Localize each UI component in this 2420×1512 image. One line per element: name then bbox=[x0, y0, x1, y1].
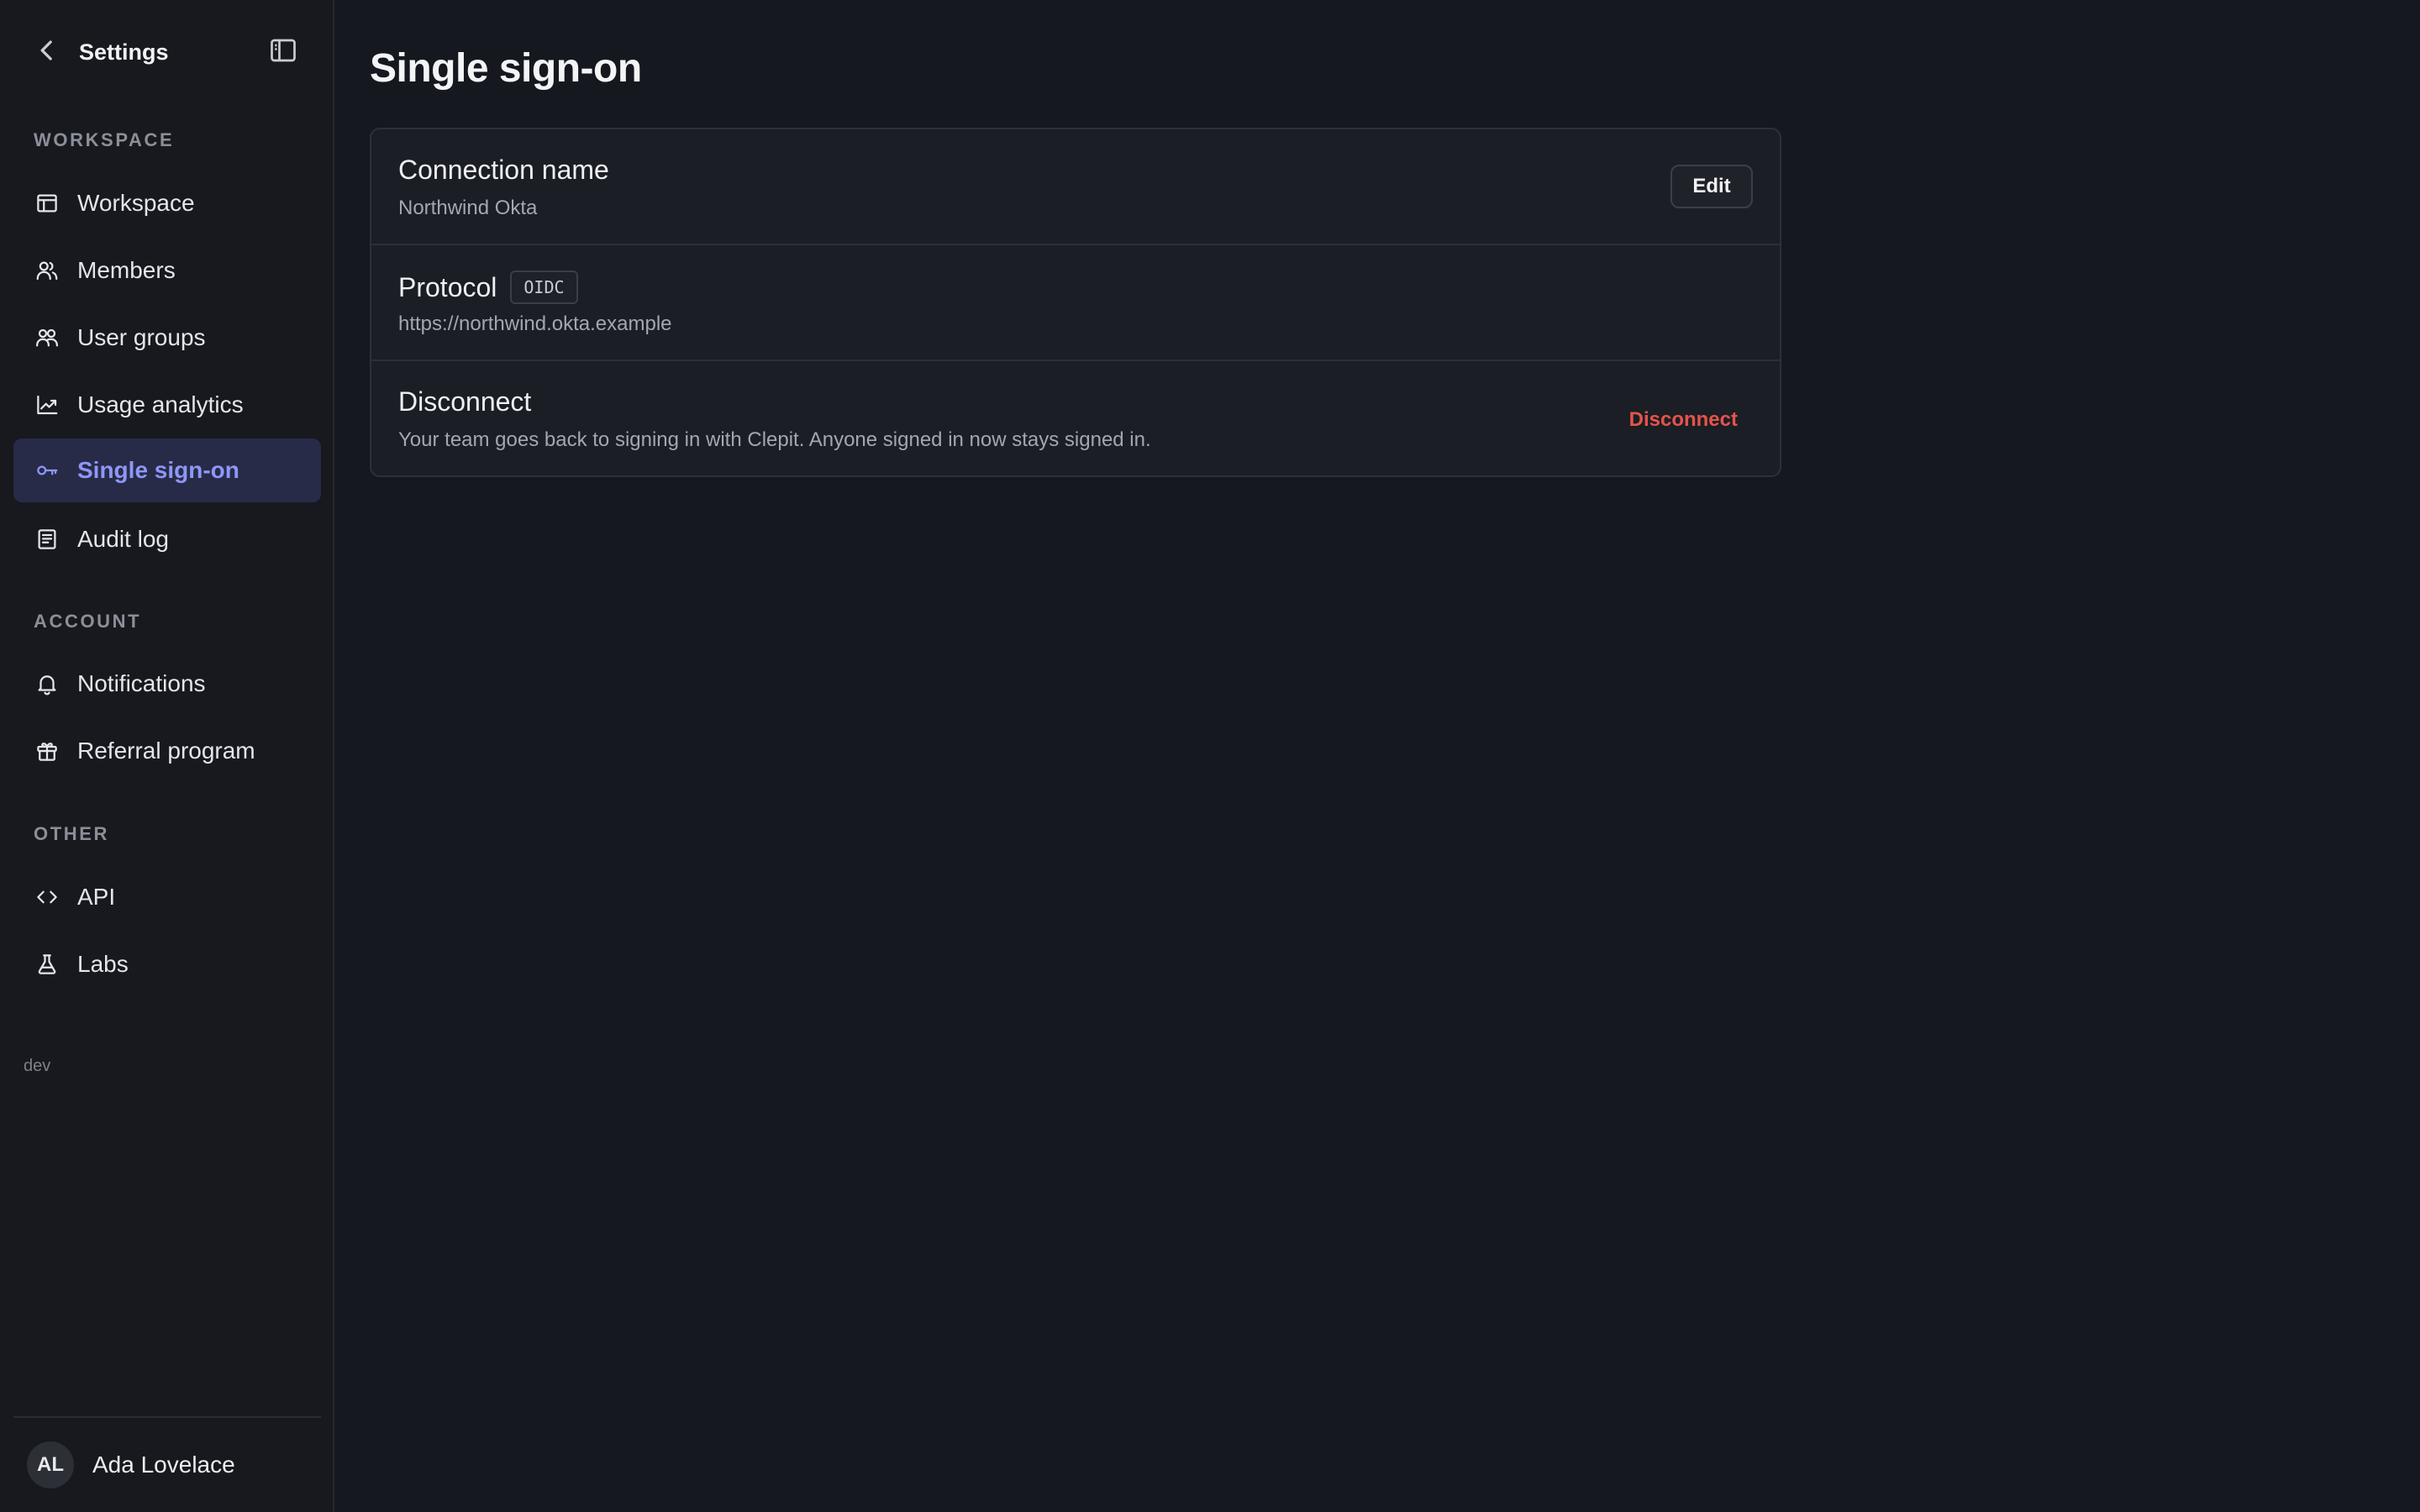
section-label-account: Account bbox=[34, 611, 142, 632]
connection-name-title: Connection name bbox=[398, 155, 609, 185]
sidebar-item-label: Notifications bbox=[77, 670, 206, 696]
back-button[interactable]: Settings bbox=[30, 34, 169, 71]
sidebar-item-label: User groups bbox=[77, 324, 206, 350]
disconnect-button[interactable]: Disconnect bbox=[1629, 402, 1738, 438]
sidebar-item-single-sign-on[interactable]: Single sign-on bbox=[13, 438, 321, 502]
bell-icon bbox=[34, 670, 60, 697]
sidebar-item-usage-analytics[interactable]: Usage analytics bbox=[13, 373, 321, 437]
connection-name-row: Connection name Northwind Okta Edit bbox=[371, 129, 1780, 245]
sidebar-item-audit-log[interactable]: Audit log bbox=[13, 507, 321, 571]
protocol-url: https://northwind.okta.example bbox=[398, 312, 672, 335]
trend-icon bbox=[34, 391, 60, 418]
sidebar-toggle-icon bbox=[268, 35, 298, 70]
sidebar-item-notifications[interactable]: Notifications bbox=[13, 652, 321, 716]
sidebar-item-api[interactable]: API bbox=[13, 865, 321, 929]
document-icon bbox=[34, 526, 60, 553]
environment-label: dev bbox=[24, 1057, 51, 1075]
user-groups-icon bbox=[34, 324, 60, 351]
sidebar-header: Settings bbox=[0, 0, 333, 104]
sidebar-item-members[interactable]: Members bbox=[13, 239, 321, 302]
sidebar-item-label: Workspace bbox=[77, 190, 195, 216]
sidebar: Settings Workspace Workspace Members bbox=[0, 0, 334, 1512]
connection-name-value: Northwind Okta bbox=[398, 197, 538, 219]
sidebar-item-user-groups[interactable]: User groups bbox=[13, 306, 321, 370]
users-icon bbox=[34, 257, 60, 284]
page-title: Single sign-on bbox=[370, 46, 642, 91]
disconnect-title: Disconnect bbox=[398, 386, 532, 417]
code-icon bbox=[34, 884, 60, 911]
sidebar-item-label: Audit log bbox=[77, 526, 169, 552]
user-menu[interactable]: AL Ada Lovelace bbox=[13, 1440, 235, 1490]
protocol-row: Protocol OIDC https://northwind.okta.exa… bbox=[371, 245, 1780, 361]
user-name: Ada Lovelace bbox=[92, 1452, 235, 1478]
sidebar-item-label: Single sign-on bbox=[77, 457, 239, 483]
protocol-title: Protocol bbox=[398, 271, 497, 302]
sidebar-item-label: Members bbox=[77, 257, 176, 283]
sidebar-item-label: Usage analytics bbox=[77, 391, 244, 417]
section-label-other: Other bbox=[34, 823, 109, 844]
key-icon bbox=[34, 457, 60, 484]
collapse-sidebar-button[interactable] bbox=[264, 35, 302, 69]
disconnect-description: Your team goes back to signing in with C… bbox=[398, 428, 1151, 451]
disconnect-row: Disconnect Your team goes back to signin… bbox=[371, 361, 1780, 475]
sidebar-item-label: API bbox=[77, 884, 116, 910]
section-label-workspace: Workspace bbox=[34, 129, 175, 150]
sidebar-item-referral-program[interactable]: Referral program bbox=[13, 719, 321, 783]
gift-icon bbox=[34, 738, 60, 764]
sidebar-item-label: Labs bbox=[77, 951, 129, 977]
avatar: AL bbox=[27, 1441, 74, 1488]
sidebar-title: Settings bbox=[79, 39, 169, 65]
sso-settings-card: Connection name Northwind Okta Edit Prot… bbox=[370, 128, 1781, 477]
sidebar-item-labs[interactable]: Labs bbox=[13, 932, 321, 996]
row-title: Protocol OIDC bbox=[398, 270, 578, 304]
row-title: Connection name bbox=[398, 155, 609, 186]
settings-app: Settings Workspace Workspace Members bbox=[0, 0, 2420, 1512]
sidebar-footer-divider bbox=[13, 1416, 321, 1418]
edit-button[interactable]: Edit bbox=[1670, 165, 1753, 208]
row-title: Disconnect bbox=[398, 386, 531, 417]
protocol-badge: OIDC bbox=[510, 270, 578, 304]
layout-icon bbox=[34, 190, 60, 217]
flask-icon bbox=[34, 951, 60, 978]
sidebar-item-label: Referral program bbox=[77, 738, 255, 764]
main-content: Single sign-on Connection name Northwind… bbox=[334, 0, 2420, 1512]
chevron-left-icon bbox=[30, 34, 64, 71]
sidebar-item-workspace[interactable]: Workspace bbox=[13, 171, 321, 235]
